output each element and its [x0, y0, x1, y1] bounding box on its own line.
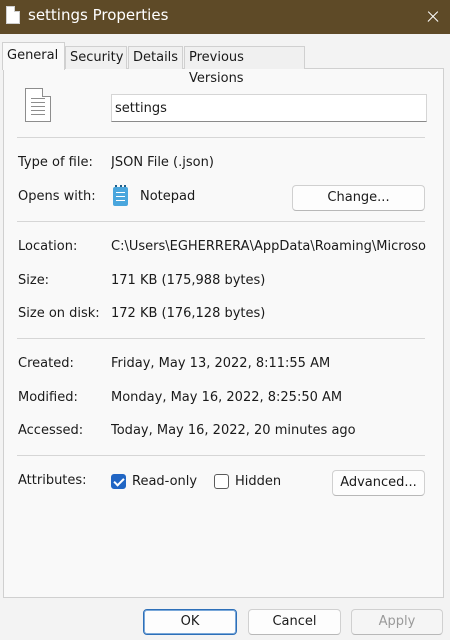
size-value: 171 KB (175,988 bytes) — [111, 273, 266, 288]
attributes-label: Attributes: — [18, 473, 87, 488]
hidden-label[interactable]: Hidden — [235, 474, 281, 490]
notepad-icon — [113, 185, 128, 206]
dialog-footer: OK Cancel Apply — [0, 600, 450, 640]
title-bar: settings Properties — [0, 0, 450, 34]
close-icon[interactable] — [416, 0, 450, 34]
modified-label: Modified: — [18, 390, 78, 405]
divider — [17, 137, 425, 138]
opens-with-label: Opens with: — [18, 189, 96, 204]
accessed-label: Accessed: — [18, 423, 84, 438]
type-label: Type of file: — [18, 155, 93, 170]
change-button[interactable]: Change... — [292, 185, 425, 211]
tab-strip: General Security Details Previous Versio… — [0, 42, 450, 86]
location-label: Location: — [18, 239, 78, 254]
opens-with-value: Notepad — [140, 189, 196, 204]
readonly-label[interactable]: Read-only — [132, 474, 197, 490]
general-panel — [3, 68, 444, 598]
divider — [17, 455, 425, 456]
cancel-button[interactable]: Cancel — [248, 609, 341, 635]
divider — [17, 338, 425, 339]
readonly-checkbox[interactable] — [111, 474, 126, 489]
tab-general[interactable]: General — [2, 42, 65, 70]
location-value: C:\Users\EGHERRERA\AppData\Roaming\Micro… — [111, 239, 427, 254]
accessed-value: Today, May 16, 2022, 20 minutes ago — [111, 423, 356, 438]
advanced-button[interactable]: Advanced... — [332, 470, 425, 496]
divider — [17, 221, 425, 222]
ok-button[interactable]: OK — [143, 609, 237, 635]
apply-button[interactable]: Apply — [351, 609, 443, 635]
file-icon — [6, 6, 20, 24]
type-value: JSON File (.json) — [111, 155, 214, 170]
tab-details[interactable]: Details — [128, 46, 183, 69]
created-value: Friday, May 13, 2022, 8:11:55 AM — [111, 356, 331, 371]
size-label: Size: — [18, 273, 50, 288]
hidden-checkbox[interactable] — [214, 474, 229, 489]
size-on-disk-label: Size on disk: — [18, 306, 100, 321]
tab-security[interactable]: Security — [65, 46, 127, 69]
created-label: Created: — [18, 356, 74, 371]
file-name-input[interactable] — [111, 94, 427, 122]
tab-previous-versions[interactable]: Previous Versions — [184, 46, 305, 86]
modified-value: Monday, May 16, 2022, 8:25:50 AM — [111, 390, 343, 405]
window-title: settings Properties — [28, 6, 169, 24]
size-on-disk-value: 172 KB (176,128 bytes) — [111, 306, 266, 321]
document-icon — [25, 88, 51, 122]
